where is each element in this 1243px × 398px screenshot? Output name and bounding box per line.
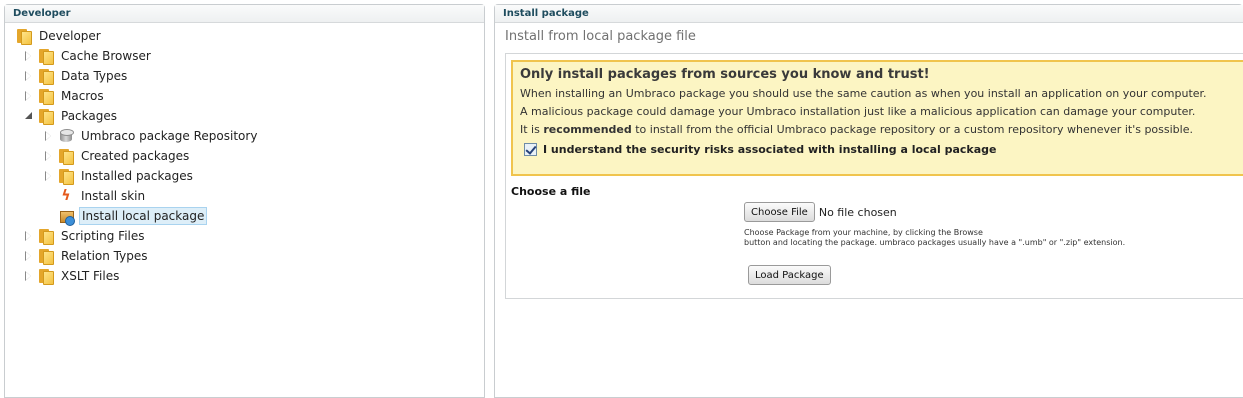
tree-item-label[interactable]: Umbraco package Repository [79,128,259,144]
warning-line-2: A malicious package could damage your Um… [520,105,1196,118]
panel-title: Developer [5,5,484,23]
tree-item-label[interactable]: Developer [37,28,103,44]
tree-item-label[interactable]: Relation Types [59,248,149,264]
lightning-icon: ϟ [61,188,71,204]
install-form: Only install packages from sources you k… [505,53,1243,299]
tree-item[interactable]: Created packages [45,147,191,165]
tree-item[interactable]: Data Types [25,67,129,85]
developer-tree-panel: Developer Developer Cache Browser Data Typ… [4,4,485,398]
package-icon [59,208,75,226]
agree-risks-checkbox[interactable] [524,143,537,156]
folder-icon [39,108,54,125]
tree-item[interactable]: Scripting Files [25,227,147,245]
tree-item-label[interactable]: XSLT Files [59,268,121,284]
choose-file-label: Choose a file [511,185,591,198]
tree-item-label[interactable]: Install local package [79,207,208,225]
panel-title: Install package [495,5,1243,23]
tree-item[interactable]: Installed packages [45,167,195,185]
tree-item[interactable]: Umbraco package Repository [45,127,259,145]
tree-item-label[interactable]: Cache Browser [59,48,153,64]
expand-arrow-icon[interactable] [25,271,33,281]
tree-item[interactable]: XSLT Files [25,267,121,285]
tree-item-label[interactable]: Macros [59,88,106,104]
warning-line-3-suffix: to install from the official Umbraco pac… [631,123,1193,136]
file-help-line-2: button and locating the package. umbraco… [744,238,1126,247]
expand-arrow-icon[interactable] [45,151,53,161]
tree-item-label[interactable]: Created packages [79,148,191,164]
warning-title: Only install packages from sources you k… [520,67,930,82]
tree-item[interactable]: Cache Browser [25,47,153,65]
folder-icon [39,68,54,85]
agree-risks-label[interactable]: I understand the security risks associat… [543,143,997,156]
folder-icon [17,28,32,45]
file-help-text: Choose Package from your machine, by cli… [744,228,1125,248]
expand-arrow-icon[interactable] [45,131,53,141]
database-icon [59,128,74,144]
warning-line-1: When installing an Umbraco package you s… [520,87,1207,100]
expand-arrow-icon[interactable] [25,51,33,61]
folder-icon [39,48,54,65]
tree-item[interactable]: Packages [25,107,119,125]
tree-item[interactable]: ϟ Install skin [45,187,147,205]
load-package-button[interactable]: Load Package [748,265,831,285]
folder-icon [59,148,74,165]
file-input[interactable]: Choose File No file chosen [744,202,897,222]
folder-icon [39,228,54,245]
folder-icon [39,248,54,265]
warning-line-3-emphasis: recommended [543,123,632,136]
folder-icon [59,168,74,185]
tree-item[interactable]: Install local package [45,207,208,226]
tree-item-label[interactable]: Data Types [59,68,129,84]
expand-arrow-icon[interactable] [25,91,33,101]
file-status: No file chosen [818,205,897,219]
warning-line-3-prefix: It is [520,123,544,136]
file-help-line-1: Choose Package from your machine, by cli… [744,228,983,237]
expand-arrow-icon[interactable] [45,171,53,181]
choose-file-button[interactable]: Choose File [744,202,815,222]
expand-arrow-icon[interactable] [25,231,33,241]
tree-item-label[interactable]: Installed packages [79,168,195,184]
tree-item[interactable]: Developer [17,27,103,45]
folder-icon [39,88,54,105]
page-subtitle: Install from local package file [505,29,696,44]
warning-line-3: It is recommended to install from the of… [520,123,1243,136]
tree-item[interactable]: Macros [25,87,106,105]
agree-risks-row[interactable]: I understand the security risks associat… [524,143,1243,156]
folder-icon [39,268,54,285]
tree-item[interactable]: Relation Types [25,247,149,265]
expand-arrow-icon[interactable] [25,251,33,261]
tree-item-label[interactable]: Scripting Files [59,228,147,244]
tree-item-label[interactable]: Install skin [79,188,147,204]
expand-arrow-icon[interactable] [25,71,33,81]
security-warning: Only install packages from sources you k… [511,60,1243,176]
install-package-panel: Install package Install from local packa… [494,4,1243,398]
collapse-arrow-icon[interactable] [25,111,33,121]
tree-item-label[interactable]: Packages [59,108,119,124]
